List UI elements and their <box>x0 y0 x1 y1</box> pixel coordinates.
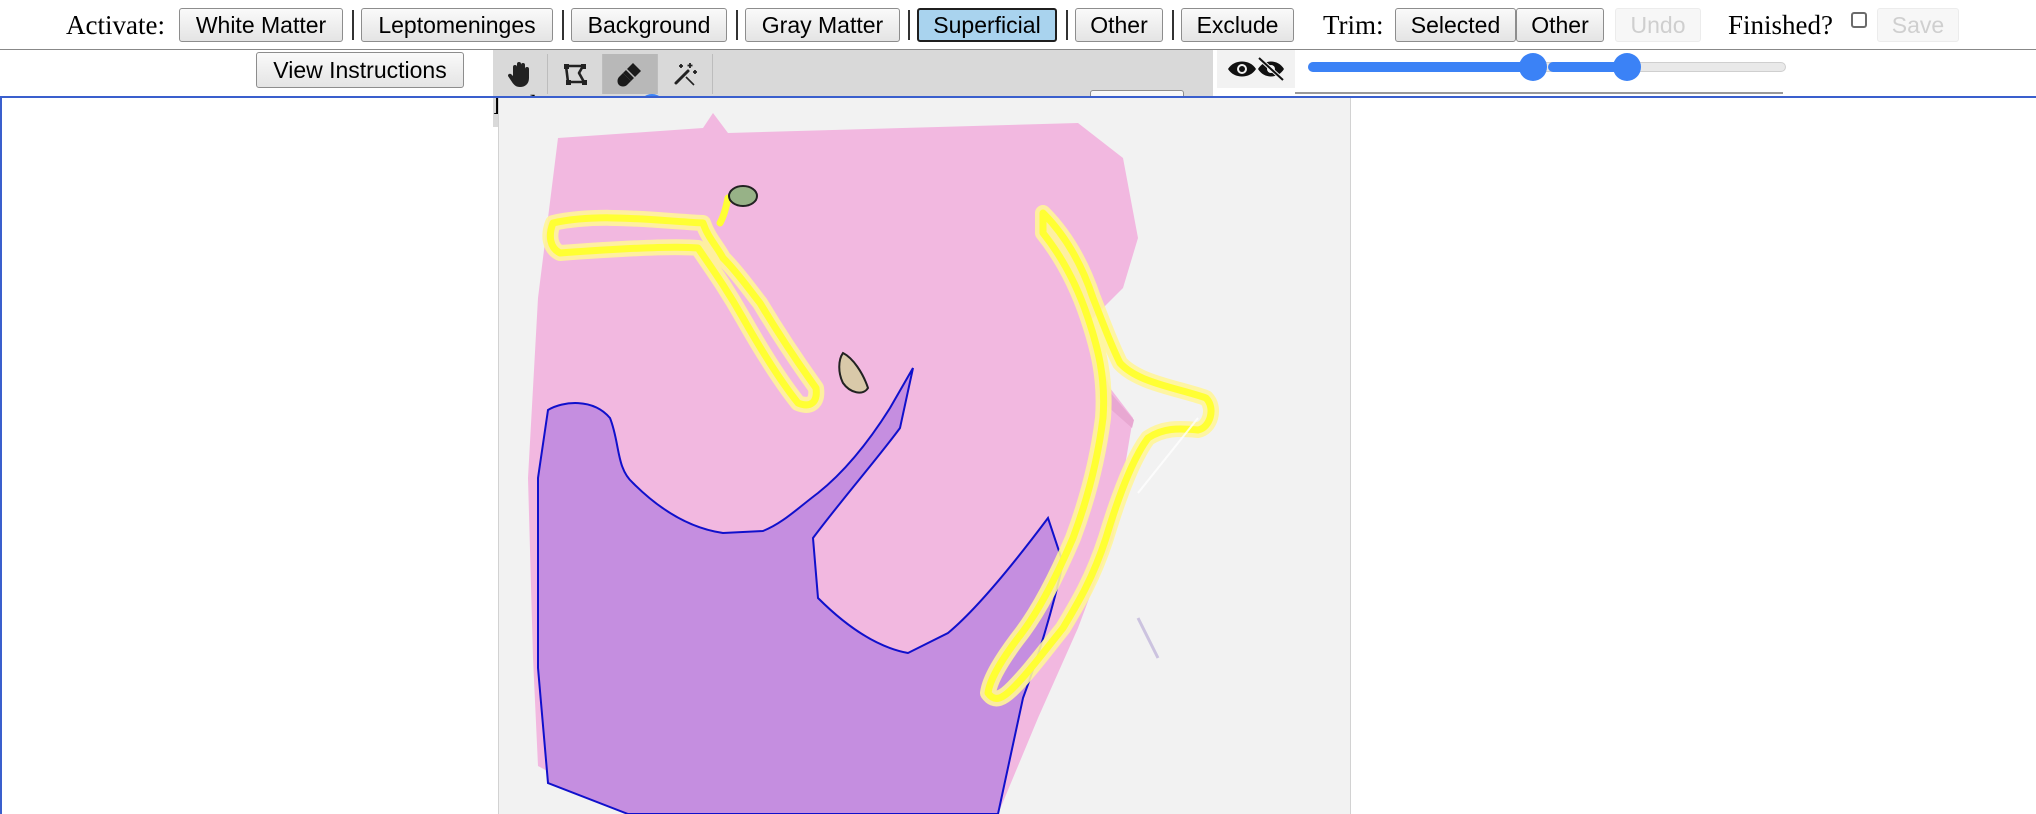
top-toolbar: Activate: White Matter Leptomeninges Bac… <box>0 0 2036 50</box>
finished-checkbox[interactable] <box>1851 12 1867 28</box>
gray-matter-button[interactable]: Gray Matter <box>745 8 900 42</box>
opacity-slider-a-fill <box>1308 62 1534 72</box>
divider <box>562 10 564 40</box>
activate-label: Activate: <box>66 10 165 40</box>
polygon-icon <box>564 64 587 85</box>
hand-pan-tool[interactable] <box>493 54 548 94</box>
trim-selected-button[interactable]: Selected <box>1395 8 1516 42</box>
divider <box>352 10 354 40</box>
eye-slash-icon <box>1257 56 1285 82</box>
finished-label: Finished? <box>1728 10 1833 40</box>
magic-wand-icon <box>674 63 697 86</box>
divider <box>1295 92 1783 94</box>
save-button[interactable]: Save <box>1877 8 1959 42</box>
tissue-fragment <box>728 185 758 207</box>
undo-button[interactable]: Undo <box>1615 8 1701 42</box>
polygon-select-tool[interactable] <box>548 54 603 94</box>
eye-icon <box>1228 61 1256 77</box>
visibility-toggle[interactable] <box>1217 50 1295 88</box>
tissue-crack <box>1136 617 1160 659</box>
trim-other-button[interactable]: Other <box>1516 8 1604 42</box>
other-button[interactable]: Other <box>1075 8 1163 42</box>
divider <box>1066 10 1068 40</box>
divider <box>736 10 738 40</box>
superficial-button[interactable]: Superficial <box>917 8 1057 42</box>
opacity-slider-a-thumb[interactable] <box>1519 53 1547 81</box>
background-button[interactable]: Background <box>571 8 727 42</box>
exclude-button[interactable]: Exclude <box>1181 8 1294 42</box>
view-instructions-button[interactable]: View Instructions <box>256 52 464 88</box>
brush-tool[interactable] <box>603 54 658 94</box>
magic-wand-tool[interactable] <box>658 54 713 94</box>
trim-label: Trim: <box>1323 10 1384 40</box>
tissue-slide-image[interactable] <box>498 98 1351 814</box>
divider <box>908 10 910 40</box>
divider <box>1172 10 1174 40</box>
white-matter-button[interactable]: White Matter <box>179 8 343 42</box>
hand-icon <box>507 62 529 87</box>
brush-icon <box>617 63 641 87</box>
opacity-slider-b-thumb[interactable] <box>1613 53 1641 81</box>
leptomeninges-button[interactable]: Leptomeninges <box>361 8 553 42</box>
